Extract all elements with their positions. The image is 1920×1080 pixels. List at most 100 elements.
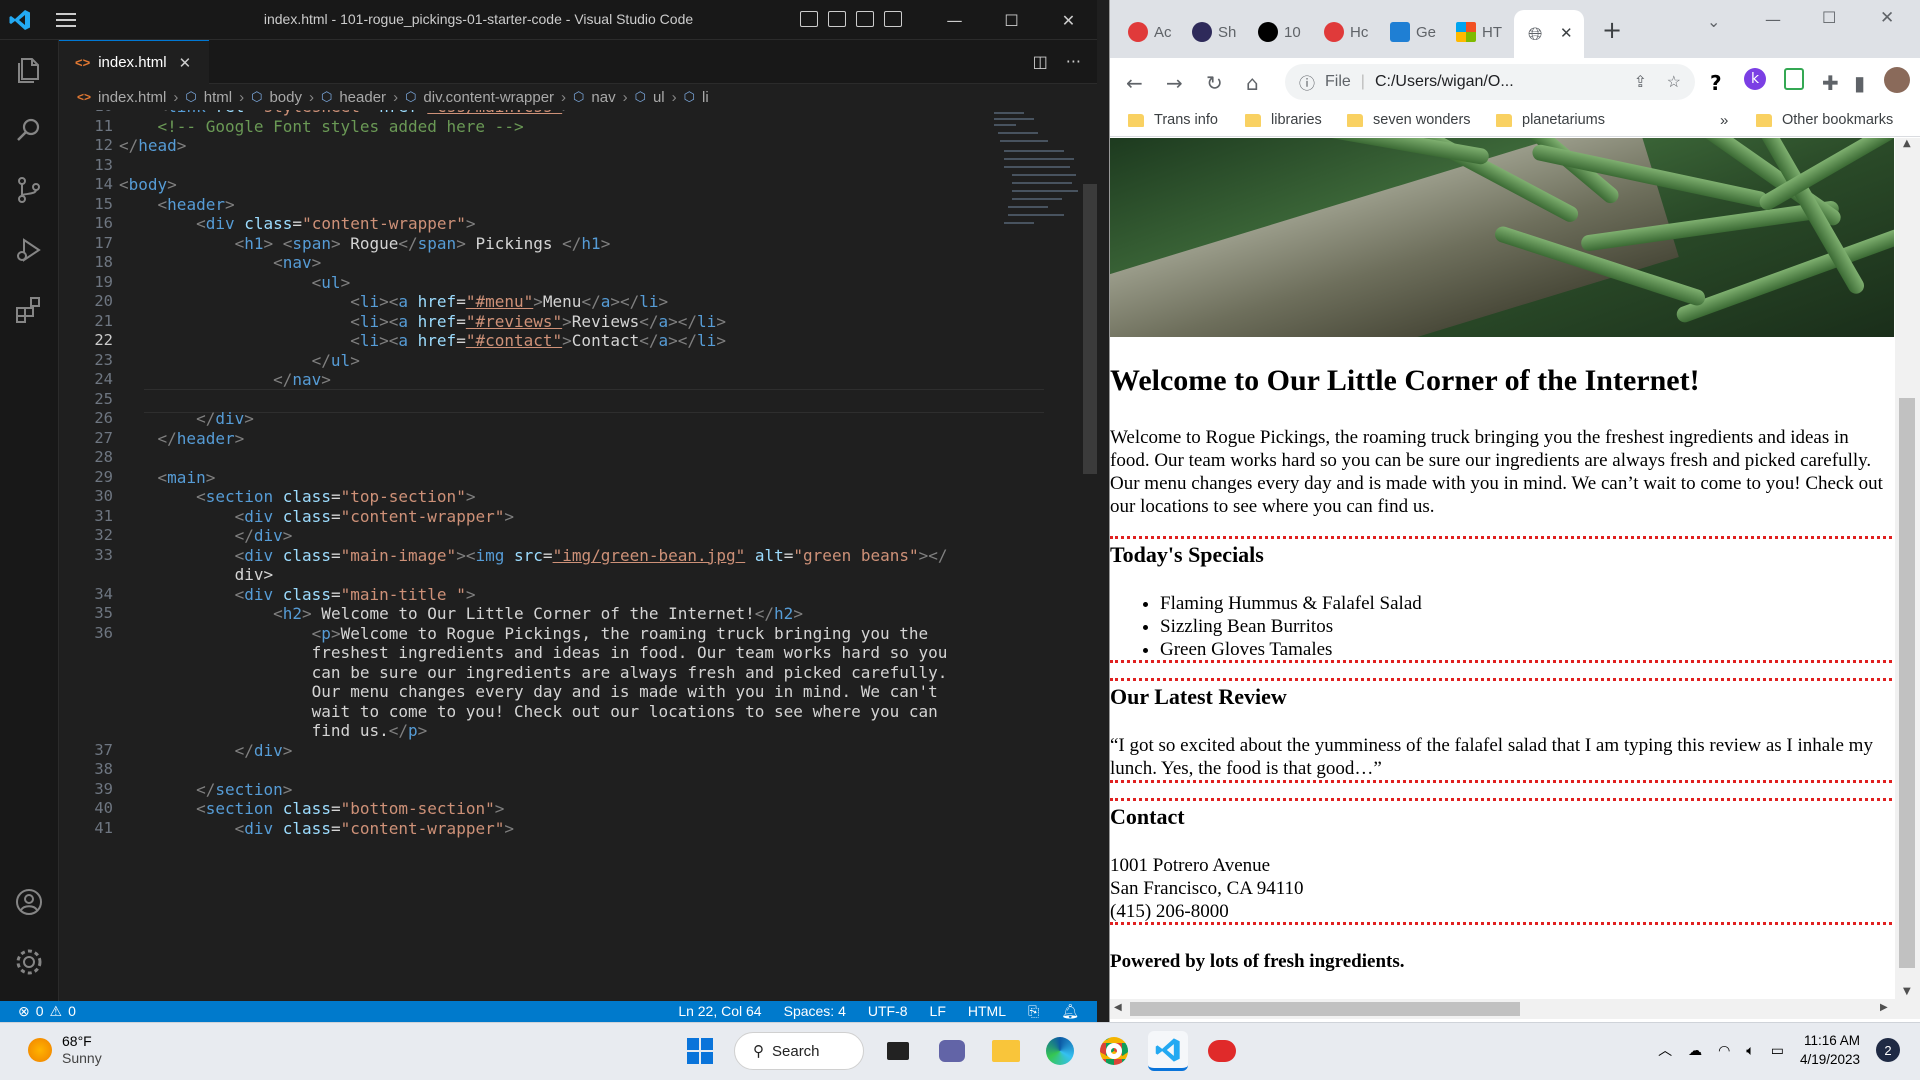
bookmark-star-icon[interactable]: ☆ [1667, 72, 1681, 92]
tab-search-icon[interactable]: ⌄ [1707, 12, 1720, 31]
toggle-secondary-sidebar-icon[interactable] [856, 11, 874, 27]
code-line[interactable]: <section class="top-section"> [119, 487, 475, 506]
chrome-button[interactable] [1094, 1031, 1134, 1071]
scroll-right-icon[interactable]: ▶ [1880, 1002, 1888, 1013]
code-line[interactable]: <h2> Welcome to Our Little Corner of the… [119, 604, 803, 623]
code-line[interactable]: <header> [119, 195, 235, 214]
grammar-extension-icon[interactable] [1784, 68, 1804, 90]
code-line[interactable]: <body> [119, 175, 177, 194]
minimap[interactable] [992, 110, 1082, 270]
code-line[interactable]: <li><a href="#menu">Menu</a></li> [119, 292, 668, 311]
code-line[interactable]: <section class="bottom-section"> [119, 799, 504, 818]
home-icon[interactable]: ⌂ [1246, 71, 1259, 95]
code-line[interactable]: </head> [119, 136, 186, 155]
code-line[interactable]: <h1> <span> Rogue</span> Pickings </h1> [119, 234, 611, 253]
source-control-icon[interactable] [13, 174, 45, 206]
code-line[interactable]: </header> [119, 429, 245, 448]
task-view-button[interactable] [878, 1031, 918, 1071]
weather-widget[interactable]: 68°F Sunny [28, 1033, 102, 1067]
start-button[interactable] [680, 1031, 720, 1071]
more-actions-icon[interactable]: ··· [1066, 52, 1081, 71]
app-button[interactable] [1202, 1031, 1242, 1071]
bookmark-folder[interactable]: planetariums [1496, 112, 1605, 128]
info-icon[interactable]: ⓘ [1299, 70, 1315, 94]
code-line[interactable]: </div> [119, 409, 254, 428]
tab-index-html[interactable]: <> index.html ✕ [59, 40, 209, 84]
scrollbar-thumb[interactable] [1899, 398, 1915, 968]
code-line[interactable]: </ul> [119, 351, 360, 370]
search-icon[interactable] [13, 114, 45, 146]
code-line[interactable]: <nav> [119, 253, 321, 272]
chrome-tab[interactable]: Sh [1192, 14, 1236, 50]
code-line[interactable]: freshest ingredients and ideas in food. … [119, 643, 948, 662]
share-icon[interactable]: ⇪ [1634, 72, 1647, 92]
chrome-tab[interactable]: HT [1456, 14, 1502, 50]
breadcrumb-item[interactable]: header [339, 89, 386, 106]
explorer-icon[interactable] [13, 54, 45, 86]
breadcrumb-item[interactable]: div.content-wrapper [423, 89, 554, 106]
tab-close-icon[interactable]: ✕ [179, 54, 192, 72]
bookmark-folder[interactable]: libraries [1245, 112, 1322, 128]
maximize-button[interactable]: ☐ [1822, 8, 1836, 27]
scrollbar-thumb[interactable] [1130, 1002, 1520, 1016]
indentation[interactable]: Spaces: 4 [784, 1003, 846, 1020]
code-line[interactable]: <div class="content-wrapper"> [119, 214, 475, 233]
code-line[interactable]: <li><a href="#contact">Contact</a></li> [119, 331, 726, 350]
code-line[interactable]: <link rel="stylesheet" href="css/main.cs… [119, 110, 572, 116]
close-button[interactable]: ✕ [1880, 8, 1894, 28]
address-bar[interactable]: ⓘ File | C:/Users/wigan/O... ⇪ ☆ [1285, 64, 1695, 100]
split-editor-icon[interactable]: ◫ [1033, 52, 1048, 71]
chrome-tab[interactable]: 10 [1258, 14, 1301, 50]
encoding[interactable]: UTF-8 [868, 1003, 908, 1020]
scroll-up-icon[interactable]: ▲ [1903, 138, 1911, 149]
code-line[interactable]: </nav> [119, 370, 331, 389]
feedback-icon[interactable]: ⎘ [1028, 1003, 1039, 1020]
forward-arrow-icon[interactable]: → [1166, 71, 1183, 95]
toggle-primary-sidebar-icon[interactable] [800, 11, 818, 27]
minimize-button[interactable]: — [1765, 10, 1781, 29]
code-line[interactable]: can be sure our ingredients are always f… [119, 663, 948, 682]
code-line[interactable]: Our menu changes every day and is made w… [119, 682, 938, 701]
volume-icon[interactable]: 🔈︎ [1746, 1042, 1754, 1059]
breadcrumb-item[interactable]: li [702, 89, 709, 106]
notification-badge[interactable]: 2 [1876, 1038, 1900, 1062]
chrome-tab[interactable]: Ge [1390, 14, 1436, 50]
page-vertical-scrollbar[interactable]: ▲ ▼ [1895, 138, 1920, 999]
clock[interactable]: 11:16 AM 4/19/2023 [1800, 1031, 1860, 1069]
wifi-icon[interactable]: ◠ [1718, 1042, 1730, 1059]
accounts-icon[interactable] [13, 886, 45, 918]
other-bookmarks[interactable]: Other bookmarks [1756, 112, 1893, 128]
onedrive-cloud-icon[interactable]: ☁ [1688, 1042, 1702, 1059]
extensions-puzzle-icon[interactable]: ✚ [1822, 71, 1839, 95]
code-line[interactable]: <div class="main-image"><img src="img/gr… [119, 546, 948, 565]
code-line[interactable]: <div class="content-wrapper"> [119, 819, 514, 838]
chrome-tab[interactable]: Ac [1128, 14, 1172, 50]
bookmark-folder[interactable]: Trans info [1128, 112, 1218, 128]
customize-layout-icon[interactable] [884, 11, 902, 27]
code-line[interactable]: <li><a href="#reviews">Reviews</a></li> [119, 312, 726, 331]
breadcrumb-item[interactable]: html [204, 89, 232, 106]
page-horizontal-scrollbar[interactable]: ◀ ▶ [1110, 999, 1920, 1019]
teams-chat-button[interactable] [932, 1031, 972, 1071]
reload-icon[interactable]: ↻ [1206, 71, 1223, 95]
vscode-button[interactable] [1148, 1031, 1188, 1071]
new-tab-button[interactable]: + [1602, 16, 1622, 44]
code-line[interactable]: <!-- Google Font styles added here --> [119, 117, 524, 136]
battery-icon[interactable]: ▭ [1771, 1042, 1784, 1059]
scroll-left-icon[interactable]: ◀ [1114, 1002, 1122, 1013]
back-arrow-icon[interactable]: ← [1126, 71, 1143, 95]
bookmarks-overflow-button[interactable]: » [1720, 112, 1728, 129]
code-line[interactable]: <div class="content-wrapper"> [119, 507, 514, 526]
code-line[interactable]: find us.</p> [119, 721, 428, 740]
bookmark-folder[interactable]: seven wonders [1347, 112, 1471, 128]
minimize-button[interactable]: — [926, 0, 983, 40]
k-extension-icon[interactable]: k [1744, 68, 1766, 90]
code-line[interactable]: wait to come to you! Check out our locat… [119, 702, 938, 721]
close-button[interactable]: ✕ [1040, 0, 1097, 40]
settings-gear-icon[interactable] [13, 946, 45, 978]
file-explorer-button[interactable] [986, 1031, 1026, 1071]
maximize-button[interactable]: ☐ [983, 0, 1040, 40]
code-line[interactable]: </section> [119, 780, 292, 799]
run-debug-icon[interactable] [13, 234, 45, 266]
line-ending[interactable]: LF [930, 1003, 946, 1020]
